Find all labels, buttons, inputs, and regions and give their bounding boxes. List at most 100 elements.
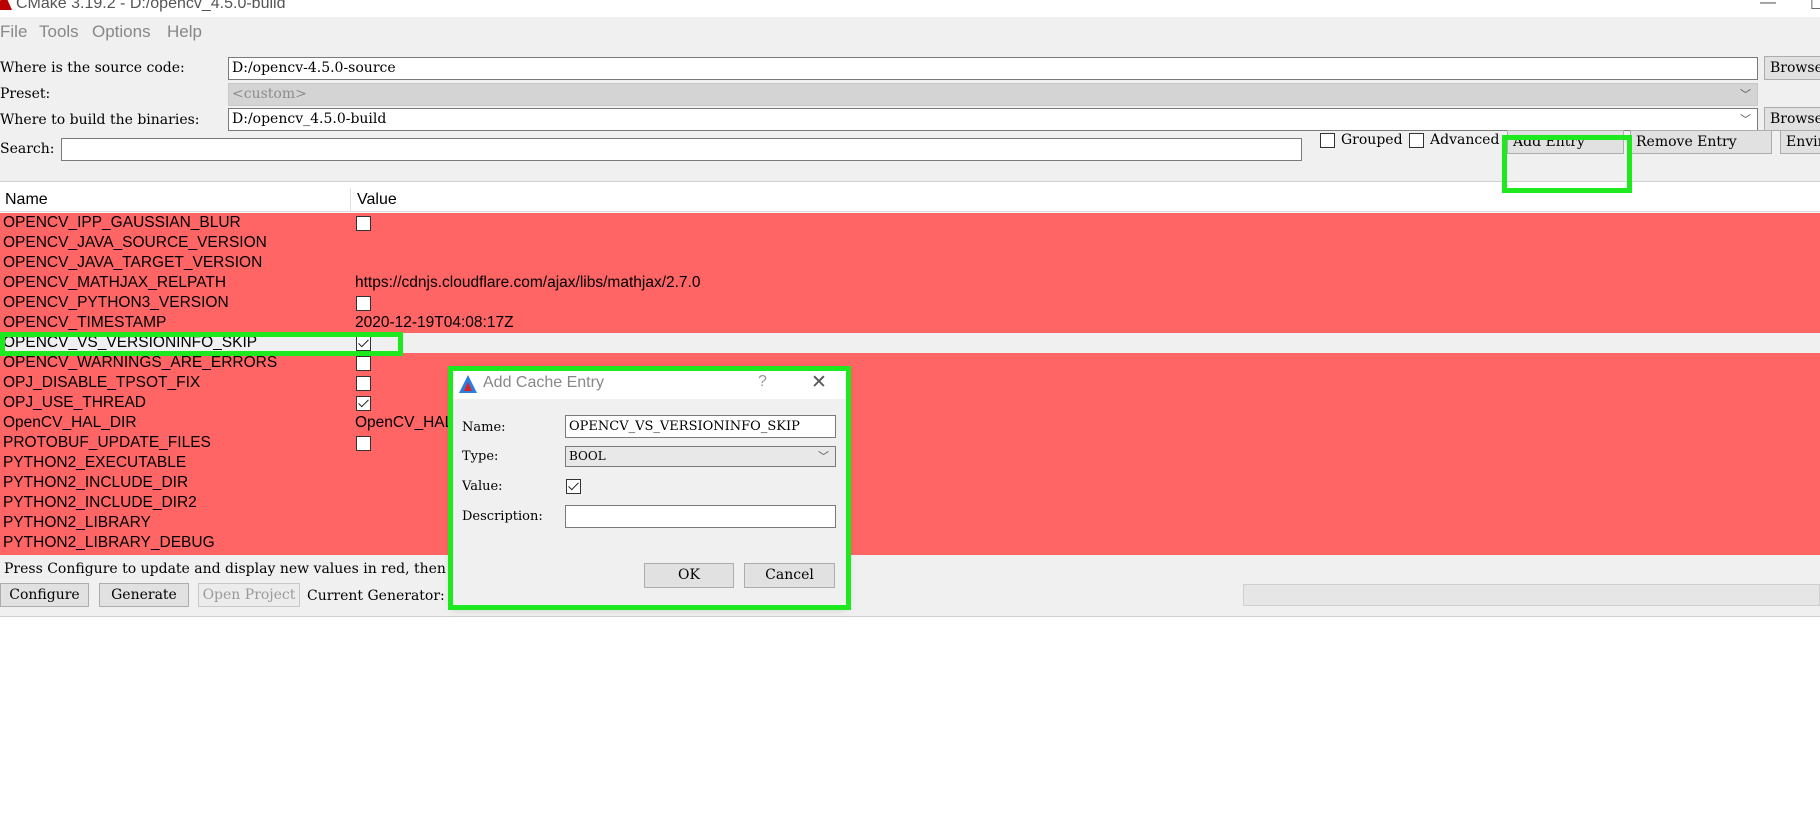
close-icon[interactable]: ✕ (811, 371, 827, 394)
search-input[interactable] (61, 138, 1302, 161)
build-label: Where to build the binaries: (0, 112, 200, 128)
table-row[interactable]: PYTHON2_INCLUDE_DIR (0, 473, 1820, 493)
advanced-label: Advanced (1430, 132, 1500, 148)
generate-button[interactable]: Generate (99, 583, 189, 607)
dialog-type-label: Type: (462, 449, 499, 464)
table-row[interactable]: OPENCV_VS_VERSIONINFO_SKIP (0, 333, 1820, 353)
cache-table-header: Name Value (0, 188, 1820, 212)
cache-entry-name: OPENCV_WARNINGS_ARE_ERRORS (3, 354, 278, 371)
table-row[interactable]: OPENCV_JAVA_SOURCE_VERSION (0, 233, 1820, 253)
preset-select: <custom> ﹀ (228, 83, 1758, 106)
cache-entry-checkbox[interactable] (356, 396, 371, 411)
table-row[interactable]: OPENCV_JAVA_TARGET_VERSION (0, 253, 1820, 273)
dialog-ok-button[interactable]: OK (644, 563, 734, 588)
cache-entry-name: OPENCV_JAVA_SOURCE_VERSION (3, 234, 267, 251)
add-cache-entry-dialog: Add Cache Entry ? ✕ Name: OPENCV_VS_VERS… (452, 368, 847, 606)
source-label: Where is the source code: (0, 60, 185, 76)
browse-build-button[interactable]: Browse Build... (1764, 107, 1820, 131)
minimize-button[interactable]: — (1760, 0, 1776, 12)
dialog-cancel-button[interactable]: Cancel (744, 563, 835, 588)
build-path-value: D:/opencv_4.5.0-build (232, 111, 387, 127)
cache-entry-checkbox[interactable] (356, 376, 371, 391)
cache-entry-checkbox[interactable] (356, 436, 371, 451)
cache-entry-name: PYTHON2_INCLUDE_DIR (3, 474, 189, 491)
cache-entry-name: OPJ_DISABLE_TPSOT_FIX (3, 374, 201, 391)
cache-entry-value[interactable]: 2020-12-19T04:08:17Z (355, 314, 514, 332)
cache-entry-value[interactable]: https://cdnjs.cloudflare.com/ajax/libs/m… (355, 274, 700, 292)
configuration-form: Where is the source code: D:/opencv-4.5.… (0, 45, 1820, 182)
table-row[interactable]: PYTHON2_LIBRARY_DEBUG (0, 533, 1820, 553)
table-row[interactable]: OPJ_USE_THREAD (0, 393, 1820, 413)
chevron-down-icon: ﹀ (818, 450, 829, 463)
search-label: Search: (0, 141, 55, 157)
table-row[interactable]: PYTHON2_INCLUDE_DIR2 (0, 493, 1820, 513)
cache-entry-name: PYTHON2_LIBRARY (3, 514, 151, 531)
dialog-description-label: Description: (462, 509, 543, 524)
column-separator (350, 188, 351, 212)
table-row[interactable]: OPENCV_TIMESTAMP 2020-12-19T04:08:17Z (0, 313, 1820, 333)
table-row[interactable]: PROTOBUF_UPDATE_FILES (0, 433, 1820, 453)
window-title: CMake 3.19.2 - D:/opencv_4.5.0-build (16, 0, 286, 12)
dialog-value-label: Value: (462, 479, 503, 494)
table-row[interactable]: PYTHON2_EXECUTABLE (0, 453, 1820, 473)
help-icon[interactable]: ? (758, 373, 767, 391)
preset-label: Preset: (0, 86, 51, 102)
column-header-value[interactable]: Value (357, 191, 397, 209)
dialog-name-input[interactable]: OPENCV_VS_VERSIONINFO_SKIP (565, 415, 836, 438)
cmake-logo-icon (0, 0, 12, 10)
table-row[interactable]: OpenCV_HAL_DIROpenCV_HAL_DIR-NOTFOUND (0, 413, 1820, 433)
cache-entry-name: PYTHON2_INCLUDE_DIR2 (3, 494, 197, 511)
add-entry-button[interactable]: Add Entry (1507, 130, 1624, 154)
bottom-panel: Press Configure to update and display ne… (0, 555, 1820, 617)
cache-entry-name: OPJ_USE_THREAD (3, 394, 146, 411)
table-row[interactable]: OPJ_DISABLE_TPSOT_FIX (0, 373, 1820, 393)
table-row[interactable]: PYTHON2_LIBRARY (0, 513, 1820, 533)
dialog-description-input[interactable] (565, 505, 836, 528)
title-bar: CMake 3.19.2 - D:/opencv_4.5.0-build — ☐ (0, 0, 1820, 15)
chevron-down-icon: ﹀ (1740, 88, 1751, 101)
grouped-checkbox[interactable] (1320, 133, 1335, 148)
dialog-type-select[interactable]: BOOL ﹀ (565, 446, 836, 467)
dialog-title: Add Cache Entry (483, 374, 604, 391)
environment-button[interactable]: Environment... (1780, 130, 1820, 154)
menu-options[interactable]: Options (92, 22, 151, 42)
cache-entry-name: PYTHON2_LIBRARY_DEBUG (3, 534, 215, 551)
cache-entry-checkbox[interactable] (356, 336, 371, 351)
menu-tools[interactable]: Tools (39, 22, 79, 42)
menu-file[interactable]: File (0, 22, 27, 42)
table-row[interactable]: OPENCV_MATHJAX_RELPATH https://cdnjs.clou… (0, 273, 1820, 293)
cmake-logo-icon (459, 375, 477, 393)
maximize-button[interactable]: ☐ (1810, 0, 1820, 14)
cache-entry-name: OPENCV_VS_VERSIONINFO_SKIP (3, 334, 258, 351)
chevron-down-icon[interactable]: ﹀ (1740, 109, 1751, 130)
cache-entry-name: PROTOBUF_UPDATE_FILES (3, 434, 211, 451)
cache-table: OPENCV_IPP_GAUSSIAN_BLUR OPENCV_JAVA_SOUR… (0, 213, 1820, 555)
cache-entry-name: OpenCV_HAL_DIR (3, 414, 137, 431)
cache-entry-name: OPENCV_JAVA_TARGET_VERSION (3, 254, 263, 271)
table-row[interactable]: OPENCV_IPP_GAUSSIAN_BLUR (0, 213, 1820, 233)
table-row[interactable]: OPENCV_WARNINGS_ARE_ERRORS (0, 353, 1820, 373)
cache-entry-name: OPENCV_MATHJAX_RELPATH (3, 274, 227, 291)
cache-entry-checkbox[interactable] (356, 296, 371, 311)
build-path-combo[interactable]: D:/opencv_4.5.0-build ﹀ (228, 108, 1758, 131)
advanced-checkbox[interactable] (1409, 133, 1424, 148)
cache-entry-name: PYTHON2_EXECUTABLE (3, 454, 187, 471)
cache-entry-checkbox[interactable] (356, 356, 371, 371)
menu-help[interactable]: Help (167, 22, 202, 42)
cache-entry-checkbox[interactable] (356, 216, 371, 231)
configure-button[interactable]: Configure (0, 583, 89, 607)
dialog-value-checkbox[interactable] (566, 479, 581, 494)
dialog-name-label: Name: (462, 420, 506, 435)
dialog-type-value: BOOL (569, 449, 606, 463)
table-row[interactable]: OPENCV_PYTHON3_VERSION (0, 293, 1820, 313)
remove-entry-button[interactable]: Remove Entry (1630, 130, 1772, 154)
menu-bar: File Tools Options Help (0, 17, 1820, 45)
browse-source-button[interactable]: Browse Source... (1764, 56, 1820, 80)
progress-bar (1243, 584, 1820, 606)
source-path-input[interactable]: D:/opencv-4.5.0-source (228, 57, 1758, 80)
cmake-gui-window: CMake 3.19.2 - D:/opencv_4.5.0-build — ☐… (0, 0, 1820, 827)
preset-value: <custom> (232, 86, 307, 102)
column-header-name[interactable]: Name (5, 191, 48, 209)
open-project-button: Open Project (198, 583, 300, 607)
grouped-label: Grouped (1341, 132, 1403, 148)
